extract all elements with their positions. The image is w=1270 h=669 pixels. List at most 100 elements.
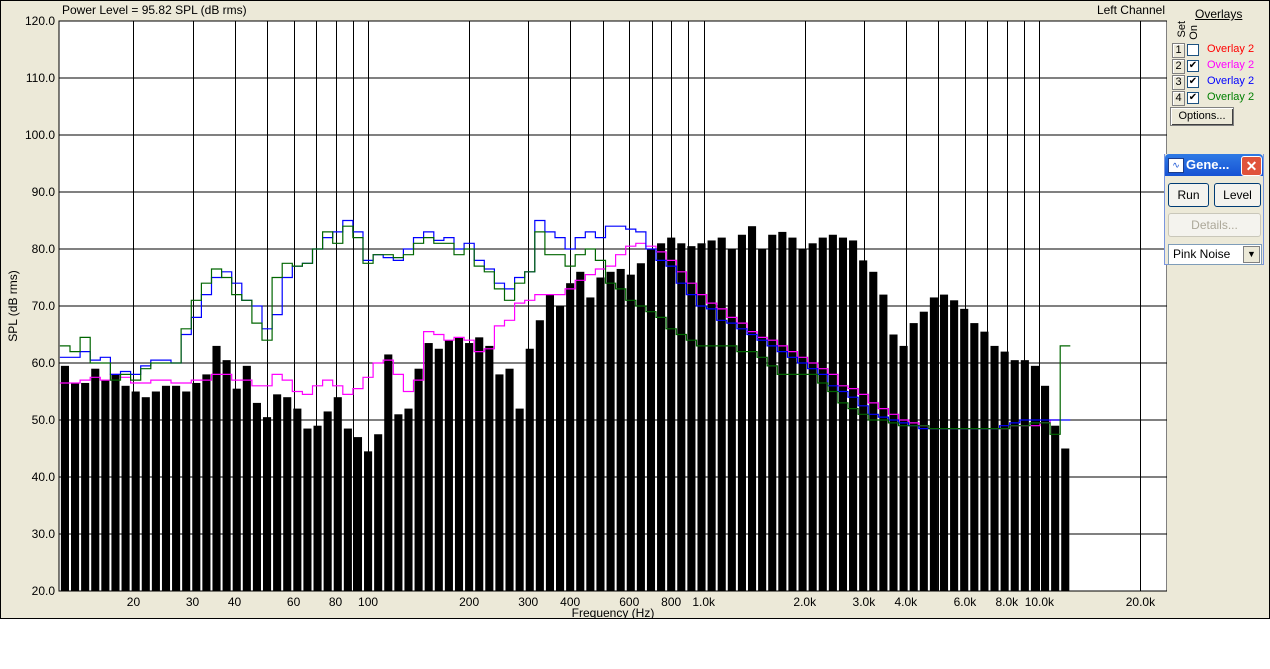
- spectrum-bar: [454, 337, 464, 591]
- spectrum-bar: [636, 263, 645, 591]
- spectrum-bar: [60, 365, 70, 591]
- overlay-set-button[interactable]: 3: [1172, 75, 1185, 90]
- x-tick-label: 200: [459, 595, 479, 609]
- x-tick-label: 20: [127, 595, 141, 609]
- y-tick-label: 50.0: [32, 413, 56, 427]
- spectrum-bar: [960, 308, 969, 591]
- spectrum-bar: [151, 391, 160, 591]
- spectrum-bar: [849, 240, 858, 591]
- spectrum-bar: [606, 271, 615, 591]
- overlay-set-button[interactable]: 2: [1172, 59, 1185, 74]
- spectrum-bar: [545, 294, 555, 591]
- spectrum-bar: [81, 382, 90, 591]
- spectrum-bar: [808, 243, 817, 592]
- spectrum-bar: [202, 374, 211, 591]
- spectrum-bar: [252, 402, 261, 591]
- overlay-row: 3 ✔ Overlay 2: [1172, 75, 1268, 90]
- spectrum-bar: [859, 260, 868, 591]
- spectrum-bar: [353, 437, 363, 591]
- spectrum-bar: [1020, 360, 1029, 591]
- spectrum-bar: [980, 331, 989, 591]
- spectrum-bar: [788, 237, 797, 591]
- spectrum-bar: [384, 354, 393, 591]
- overlay-on-checkbox[interactable]: ✔: [1187, 92, 1199, 104]
- run-button[interactable]: Run: [1168, 183, 1209, 207]
- analyzer-window: 20.0 30.0 40.0 50.0 60.0 70.0 80.0 90.0 100.0 110…: [0, 0, 1270, 619]
- spectrum-bar: [414, 368, 423, 591]
- y-tick-label: 40.0: [32, 470, 56, 484]
- overlay-label: Overlay 2: [1207, 75, 1255, 87]
- spectrum-bar: [616, 268, 625, 591]
- y-tick-label: 120.0: [25, 14, 55, 28]
- spectrum-bar: [212, 345, 221, 591]
- overlay-row: 1 Overlay 2: [1172, 43, 1268, 58]
- overlay-on-checkbox[interactable]: ✔: [1187, 76, 1199, 88]
- generator-titlebar[interactable]: ∿ Gene... ✕: [1165, 154, 1263, 176]
- overlay-set-button[interactable]: 1: [1172, 43, 1185, 58]
- spectrum-bar: [141, 397, 150, 591]
- spectrum-bar: [485, 345, 494, 591]
- spectrum-bar: [71, 382, 80, 591]
- spectrum-bar: [374, 434, 383, 591]
- y-tick-label: 90.0: [32, 185, 56, 199]
- spectrum-bar: [424, 343, 433, 591]
- spectrum-bar: [727, 249, 736, 591]
- spectrum-bar: [111, 374, 120, 591]
- spectrum-bar: [697, 243, 706, 592]
- signal-select[interactable]: Pink Noise ▼: [1168, 244, 1262, 265]
- spectrum-chart: 20.0 30.0 40.0 50.0 60.0 70.0 80.0 90.0 100.0 110…: [6, 14, 1167, 618]
- spectrum-bar: [646, 249, 656, 591]
- spectrum-bar: [161, 385, 171, 591]
- spectrum-bar: [515, 408, 524, 591]
- overlays-title: Overlays: [1195, 7, 1243, 21]
- waveform-icon: ∿: [1168, 158, 1184, 173]
- on-column-header: On: [1188, 25, 1200, 40]
- spectrum-bar: [1000, 351, 1009, 591]
- spectrum-bar: [313, 425, 322, 591]
- spectrum-bar: [818, 237, 827, 591]
- spectrum-bar: [747, 226, 757, 591]
- close-icon[interactable]: ✕: [1241, 156, 1262, 176]
- overlay-on-checkbox[interactable]: ✔: [1187, 60, 1199, 72]
- overlay-on-checkbox[interactable]: [1187, 44, 1199, 56]
- spectrum-bar: [222, 360, 231, 591]
- y-tick-label: 110.0: [26, 71, 55, 85]
- x-tick-label: 6.0k: [954, 595, 978, 609]
- chevron-down-icon[interactable]: ▼: [1243, 246, 1260, 263]
- spectrum-bar: [919, 311, 928, 591]
- signal-select-value: Pink Noise: [1173, 247, 1231, 261]
- spectrum-bar: [1010, 360, 1019, 591]
- spectrum-bar: [131, 391, 140, 591]
- overlay-set-button[interactable]: 4: [1172, 91, 1185, 106]
- spectrum-bar: [1041, 385, 1050, 591]
- spectrum-bar: [909, 323, 918, 591]
- spectrum-bar: [576, 271, 585, 591]
- generator-title: Gene...: [1186, 157, 1230, 172]
- spectrum-bar: [101, 380, 110, 591]
- spectrum-bar: [707, 240, 716, 591]
- spectrum-bar: [556, 306, 565, 591]
- spectrum-bar: [444, 340, 453, 591]
- spectrum-bar: [970, 323, 979, 591]
- spectrum-bar: [899, 345, 908, 591]
- level-button[interactable]: Level: [1214, 183, 1261, 207]
- overlay-row: 4 ✔ Overlay 2: [1172, 91, 1268, 106]
- spectrum-bar: [758, 249, 767, 591]
- x-tick-label: 100: [358, 595, 378, 609]
- spectrum-bar: [1061, 448, 1070, 591]
- options-button[interactable]: Options...: [1170, 107, 1234, 126]
- x-tick-label: 30: [186, 595, 200, 609]
- set-column-header: Set: [1176, 21, 1188, 38]
- spectrum-bar: [475, 337, 484, 591]
- spectrum-bar: [778, 231, 787, 591]
- channel-label: Left Channel: [1096, 3, 1165, 17]
- spectrum-bar: [505, 368, 514, 591]
- x-axis-label: Frequency (Hz): [572, 606, 655, 618]
- x-tick-label: 80: [329, 595, 343, 609]
- spectrum-bar: [283, 397, 292, 591]
- spectrum-bar: [343, 428, 352, 591]
- spectrum-bar: [929, 297, 938, 591]
- spectrum-bar: [434, 348, 443, 591]
- x-tick-label: 60: [287, 595, 301, 609]
- spectrum-bar: [91, 368, 100, 591]
